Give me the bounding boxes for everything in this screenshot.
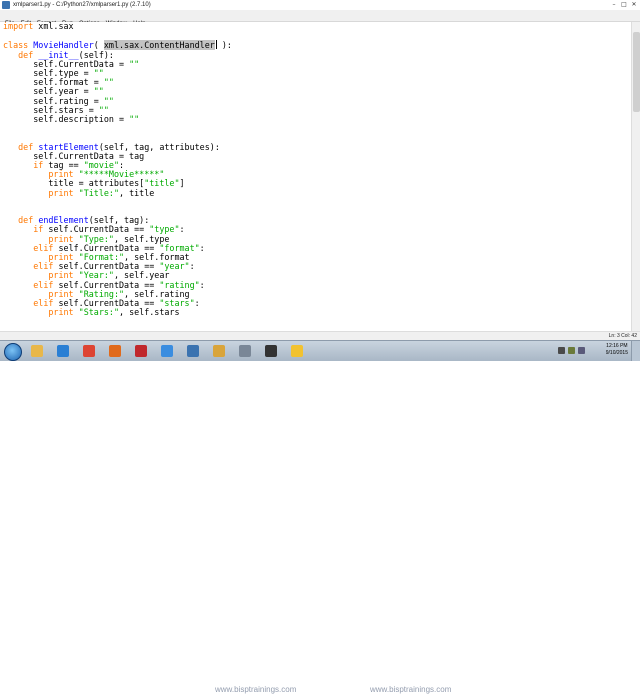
code-token: , title: [119, 187, 155, 198]
taskbar-button[interactable]: [156, 343, 178, 359]
scrollbar-thumb[interactable]: [633, 32, 640, 112]
start-button[interactable]: [4, 343, 22, 361]
code-token: "Title:": [78, 187, 119, 198]
watermark-left: www.bisptrainings.com: [215, 685, 297, 694]
chrome-icon: [83, 345, 95, 357]
taskbar-button[interactable]: [182, 343, 204, 359]
code-line[interactable]: import xml.sax: [3, 22, 74, 31]
code-token: print: [48, 307, 74, 318]
show-desktop-button[interactable]: [631, 341, 640, 361]
window-title: xmlparser1.py - C:/Python27/xmlparser1.p…: [13, 2, 151, 8]
taskbar-button[interactable]: [234, 343, 256, 359]
terminal-icon: [265, 345, 277, 357]
code-token: :: [189, 261, 195, 272]
media-player-icon: [161, 345, 173, 357]
taskbar-button[interactable]: [78, 343, 100, 359]
vertical-scrollbar[interactable]: [631, 22, 640, 331]
watermark-right: www.bisptrainings.com: [370, 685, 452, 694]
taskbar: www.bisptrainings.com www.bisptrainings.…: [0, 340, 640, 694]
code-token: :: [179, 224, 185, 235]
clock[interactable]: 12:16 PM 9/10/2015: [606, 343, 628, 357]
code-line[interactable]: self.description = "": [3, 114, 139, 124]
clock-time: 12:16 PM: [606, 343, 628, 349]
code-token: "": [129, 58, 140, 69]
code-token: xml.sax.ContentHandler: [103, 40, 215, 51]
settings-icon: [239, 345, 251, 357]
window-controls: – □ ✕: [609, 0, 639, 10]
code-token: :: [199, 242, 205, 253]
code-token: "": [103, 77, 114, 88]
firefox-icon: [109, 345, 121, 357]
windows-explorer-icon: [31, 345, 43, 357]
internet-explorer-icon: [57, 345, 69, 357]
arrow-up-icon[interactable]: [558, 347, 565, 354]
clock-date: 9/10/2015: [605, 350, 628, 356]
code-token: "Stars:": [78, 307, 119, 318]
close-button[interactable]: ✕: [629, 0, 639, 9]
taskbar-button[interactable]: [286, 343, 308, 359]
paint-icon: [213, 345, 225, 357]
taskbar-button[interactable]: [104, 343, 126, 359]
taskbar-button[interactable]: [130, 343, 152, 359]
code-line[interactable]: print "Stars:", self.stars: [3, 307, 180, 318]
python-icon: [187, 345, 199, 357]
acrobat-icon: [135, 345, 147, 357]
python-app-icon: [2, 1, 10, 9]
menu-bar: FileEditFormatRunOptionsWindowHelp: [0, 10, 640, 27]
code-token: ):: [216, 40, 232, 51]
taskbar-button[interactable]: [52, 343, 74, 359]
taskbar-button[interactable]: [208, 343, 230, 359]
code-line[interactable]: print "Title:", title: [3, 188, 154, 198]
code-text[interactable]: import xml.sax class MovieHandler( xml.s…: [0, 22, 631, 318]
volume-icon[interactable]: [578, 347, 585, 354]
code-token: print: [48, 187, 74, 198]
taskbar-button[interactable]: [260, 343, 282, 359]
code-token: import: [3, 22, 34, 31]
code-token: "": [129, 114, 140, 125]
maximize-button[interactable]: □: [619, 0, 629, 9]
minimize-button[interactable]: –: [609, 0, 619, 9]
code-token: xml.sax: [33, 22, 74, 31]
taskbar-button[interactable]: [26, 343, 48, 359]
python-idle-icon: [291, 345, 303, 357]
code-token: ]: [179, 178, 185, 189]
code-token: :: [199, 279, 205, 290]
system-tray: 12:16 PM 9/10/2015: [530, 341, 640, 361]
code-token: :: [194, 298, 200, 309]
network-icon[interactable]: [568, 347, 575, 354]
code-editor[interactable]: import xml.sax class MovieHandler( xml.s…: [0, 22, 631, 331]
code-token: , self.stars: [119, 307, 180, 318]
code-token: self.description =: [3, 114, 130, 125]
